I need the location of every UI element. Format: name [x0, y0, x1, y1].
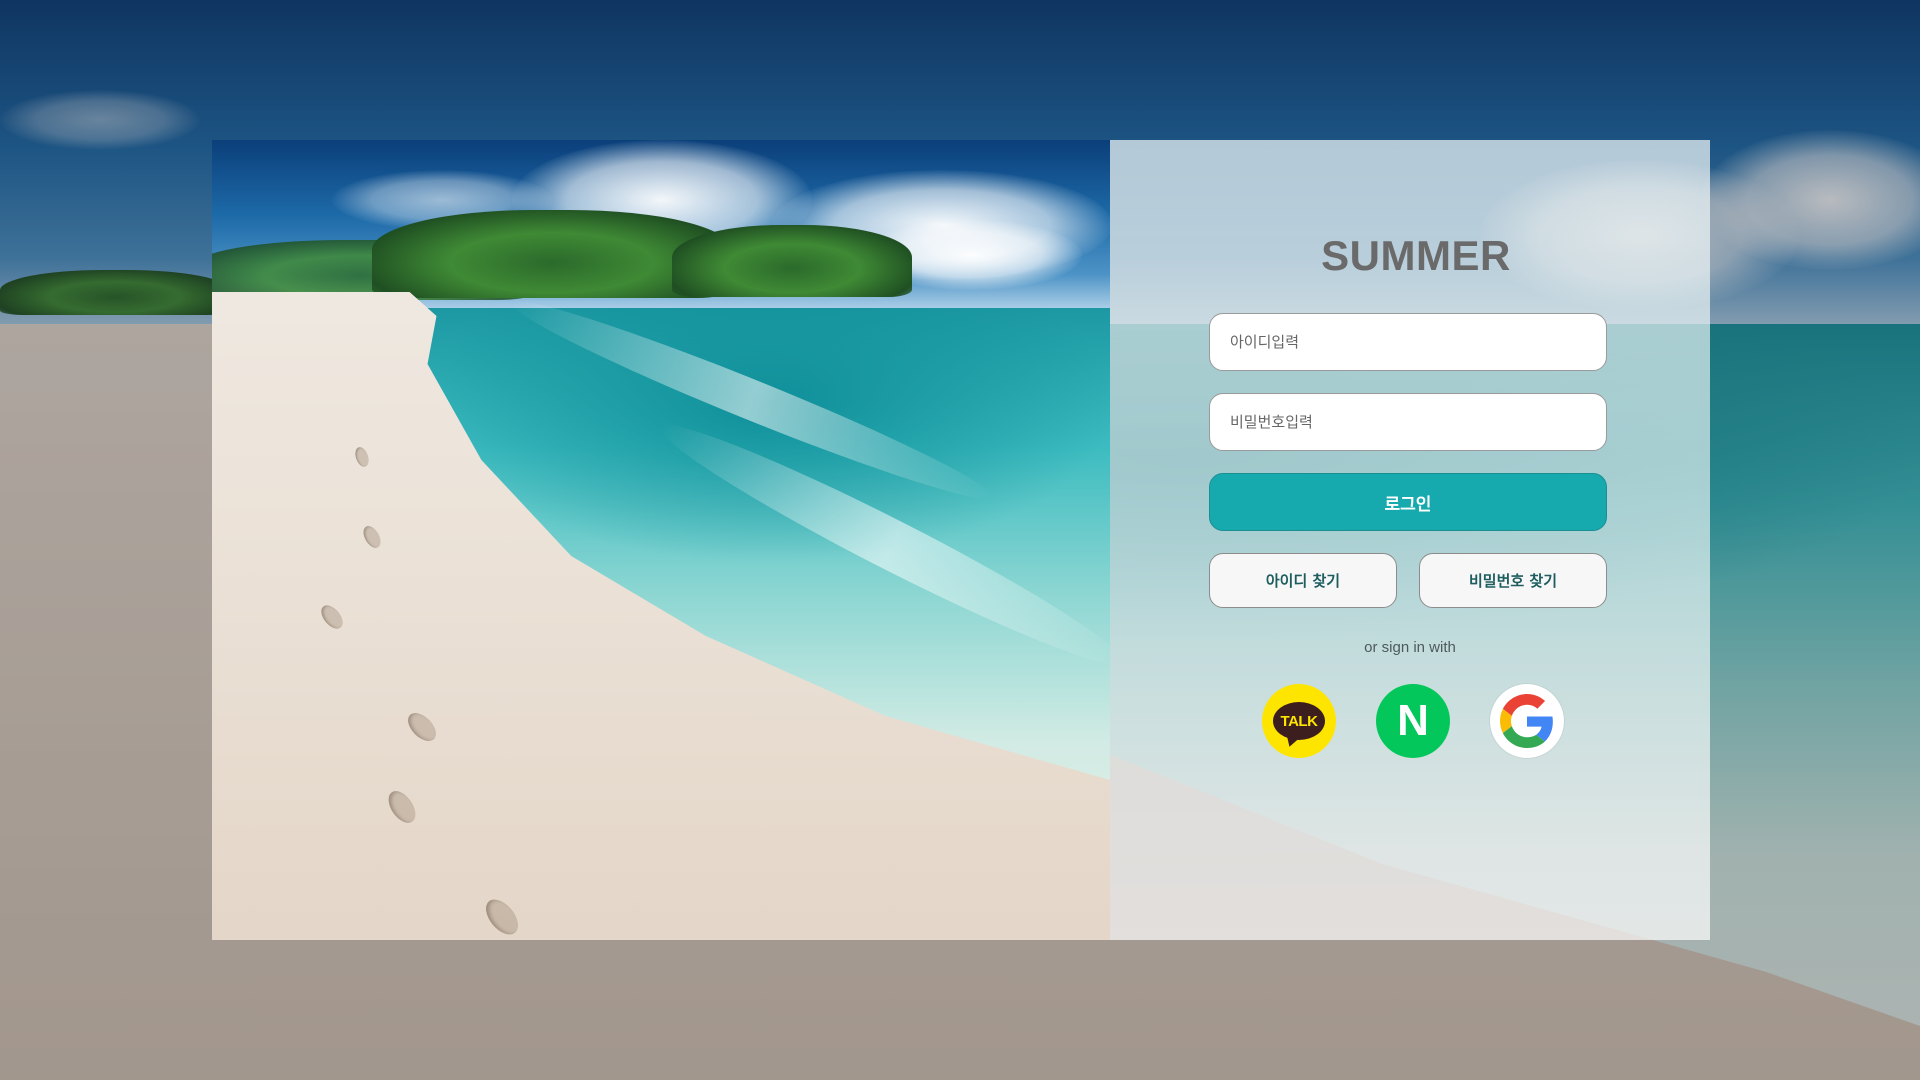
find-password-button[interactable]: 비밀번호 찾기: [1419, 553, 1607, 608]
beach-photo: [212, 140, 1110, 940]
naver-icon: N: [1397, 696, 1429, 745]
user-id-input[interactable]: [1209, 313, 1607, 371]
password-input[interactable]: [1209, 393, 1607, 451]
kakao-talk-label: TALK: [1280, 712, 1318, 730]
naver-login-button[interactable]: N: [1376, 684, 1450, 758]
kakao-login-button[interactable]: TALK: [1262, 684, 1336, 758]
google-login-button[interactable]: [1490, 684, 1564, 758]
brand-title: SUMMER: [1321, 232, 1511, 279]
login-button[interactable]: 로그인: [1209, 473, 1607, 531]
find-id-button[interactable]: 아이디 찾기: [1209, 553, 1397, 608]
kakao-talk-icon: TALK: [1273, 702, 1325, 740]
google-icon: [1500, 694, 1553, 748]
social-login-prompt: or sign in with: [1364, 639, 1456, 656]
login-card: SUMMER 로그인 아이디 찾기 비밀번호 찾기 or sign in wit…: [212, 140, 1710, 940]
login-form-panel: SUMMER 로그인 아이디 찾기 비밀번호 찾기 or sign in wit…: [1110, 140, 1710, 940]
